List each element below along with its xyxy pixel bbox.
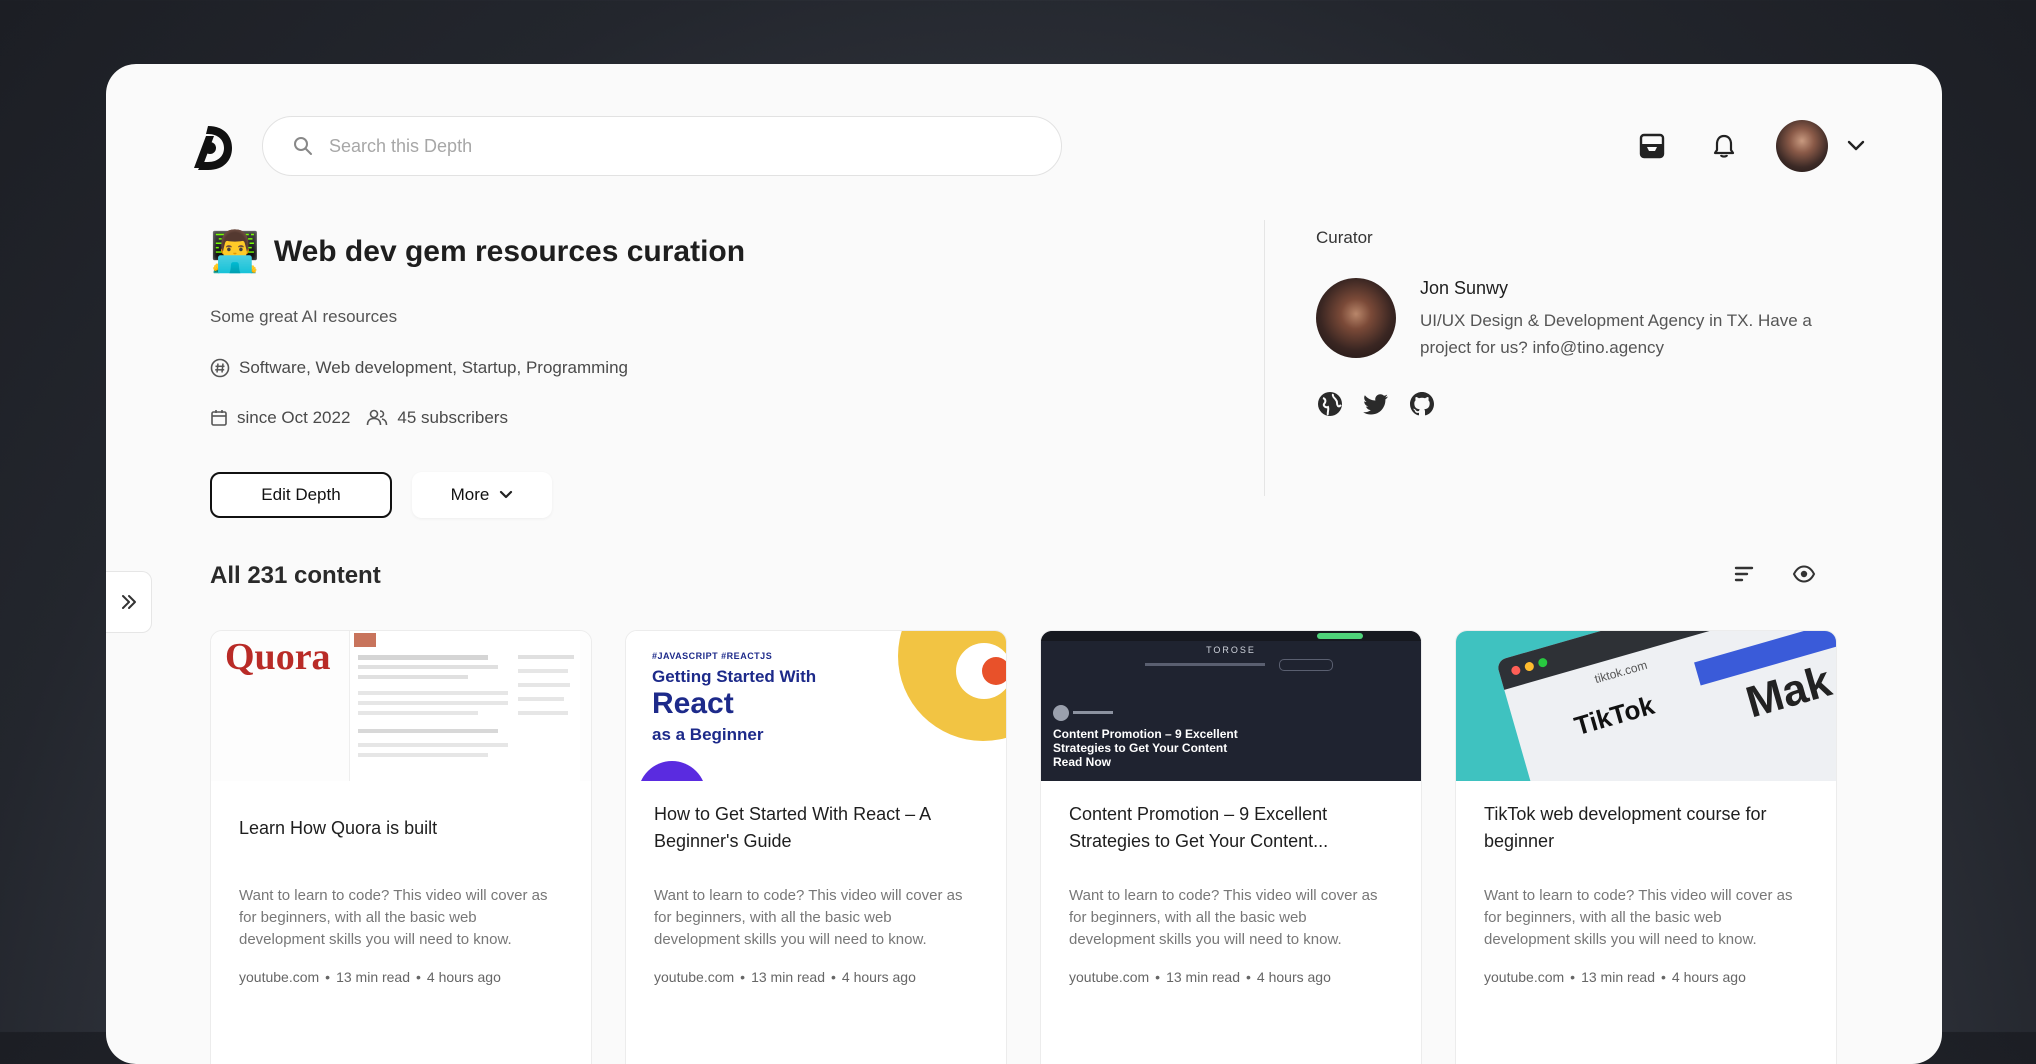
- card-read-time: 13 min read: [1581, 969, 1656, 985]
- thumb-url: tiktok.com: [1592, 657, 1649, 687]
- card-read-time: 13 min read: [1166, 969, 1241, 985]
- account-menu-button[interactable]: [1844, 134, 1868, 158]
- eye-icon[interactable]: [1792, 562, 1816, 586]
- card-thumbnail: TOROSE Content Promotion – 9 Excellent S…: [1041, 631, 1421, 781]
- content-card[interactable]: #JAVASCRIPT #REACTJS Getting Started Wit…: [625, 630, 1007, 1064]
- quora-page-preview: [349, 631, 580, 781]
- card-meta: youtube.com • 13 min read • 4 hours ago: [654, 969, 916, 985]
- card-description: Want to learn to code? This video will c…: [654, 887, 963, 948]
- users-icon: [367, 409, 388, 426]
- hashtag-icon: [210, 358, 230, 378]
- card-meta: youtube.com • 13 min read • 4 hours ago: [1484, 969, 1746, 985]
- card-read-time: 13 min read: [751, 969, 826, 985]
- more-button[interactable]: More: [412, 472, 552, 518]
- card-title[interactable]: Learn How Quora is built: [239, 815, 559, 842]
- card-timestamp: 4 hours ago: [1256, 969, 1331, 985]
- notifications-button[interactable]: [1708, 130, 1740, 162]
- card-source: youtube.com: [1484, 969, 1565, 985]
- card-thumbnail: Quora: [211, 631, 591, 781]
- sort-icon[interactable]: [1732, 562, 1756, 586]
- vertical-divider: [1264, 220, 1265, 496]
- thumb-brand: TikTok: [1571, 689, 1658, 742]
- app-window: 👨‍💻 Web dev gem resources curation Some …: [106, 64, 1942, 1064]
- card-timestamp: 4 hours ago: [426, 969, 501, 985]
- sidebar-expand-button[interactable]: [106, 571, 152, 633]
- curator-name[interactable]: Jon Sunwy: [1420, 278, 1508, 299]
- edit-depth-button[interactable]: Edit Depth: [210, 472, 392, 518]
- content-card[interactable]: TOROSE Content Promotion – 9 Excellent S…: [1040, 630, 1422, 1064]
- depth-tags: Software, Web development, Startup, Prog…: [210, 358, 628, 378]
- card-title[interactable]: How to Get Started With React – A Beginn…: [654, 801, 974, 855]
- content-heading: All 231 content: [210, 562, 381, 589]
- card-source: youtube.com: [239, 969, 320, 985]
- content-card[interactable]: Quora Learn How Quora is built Want to l…: [210, 630, 592, 1064]
- calendar-icon: [211, 410, 227, 426]
- chevron-down-icon: [500, 490, 513, 499]
- search-icon: [294, 137, 312, 155]
- card-title[interactable]: Content Promotion – 9 Excellent Strategi…: [1069, 801, 1389, 855]
- twitter-icon[interactable]: [1362, 390, 1390, 418]
- thumb-text: Content Promotion – 9 Excellent Strategi…: [1053, 727, 1238, 769]
- thumb-line3: as a Beginner: [652, 725, 764, 744]
- card-description: Want to learn to code? This video will c…: [1484, 887, 1793, 948]
- tags-text: Software, Web development, Startup, Prog…: [239, 358, 628, 377]
- card-meta: youtube.com • 13 min read • 4 hours ago: [1069, 969, 1331, 985]
- bell-icon: [1713, 134, 1735, 158]
- inbox-icon: [1639, 133, 1665, 159]
- depth-logo[interactable]: [188, 122, 234, 174]
- browser-mockup: tiktok.com TikTok Mak: [1496, 631, 1836, 781]
- double-chevron-right-icon: [121, 595, 136, 609]
- github-icon[interactable]: [1408, 390, 1436, 418]
- thumb-kicker: #JAVASCRIPT #REACTJS: [652, 651, 773, 661]
- chevron-down-icon: [1847, 140, 1865, 151]
- inbox-button[interactable]: [1636, 130, 1668, 162]
- more-label: More: [450, 485, 490, 504]
- thumb-line2: React: [652, 687, 734, 720]
- curator-bio: UI/UX Design & Development Agency in TX.…: [1420, 311, 1812, 357]
- depth-stats: since Oct 2022 45 subscribers: [210, 408, 508, 428]
- card-timestamp: 4 hours ago: [1671, 969, 1746, 985]
- subscribers-text: 45 subscribers: [397, 408, 508, 427]
- search-input[interactable]: [327, 134, 1011, 158]
- curator-label: Curator: [1316, 228, 1373, 247]
- card-thumbnail: #JAVASCRIPT #REACTJS Getting Started Wit…: [626, 631, 1006, 781]
- quora-logo-text: Quora: [225, 636, 331, 678]
- content-card[interactable]: tiktok.com TikTok Mak TikTok web develop…: [1455, 630, 1837, 1064]
- user-avatar[interactable]: [1776, 120, 1828, 172]
- depth-description: Some great AI resources: [210, 307, 398, 326]
- card-thumbnail: tiktok.com TikTok Mak: [1456, 631, 1836, 781]
- card-description: Want to learn to code? This video will c…: [1069, 887, 1378, 948]
- search-bar[interactable]: [262, 116, 1062, 176]
- card-title[interactable]: TikTok web development course for beginn…: [1484, 801, 1804, 855]
- card-source: youtube.com: [1069, 969, 1150, 985]
- card-meta: youtube.com • 13 min read • 4 hours ago: [239, 969, 501, 985]
- card-read-time: 13 min read: [336, 969, 411, 985]
- thumb-line1: Getting Started With: [652, 667, 817, 686]
- since-text: since Oct 2022: [237, 408, 351, 427]
- page-title: Web dev gem resources curation: [273, 234, 746, 268]
- depth-title-row: 👨‍💻 Web dev gem resources curation: [210, 228, 745, 275]
- card-timestamp: 4 hours ago: [841, 969, 916, 985]
- card-source: youtube.com: [654, 969, 735, 985]
- curator-avatar[interactable]: [1316, 278, 1396, 358]
- card-description: Want to learn to code? This video will c…: [239, 887, 548, 948]
- depth-emoji: 👨‍💻: [210, 230, 260, 274]
- thumb-brand: TOROSE: [1206, 645, 1256, 655]
- globe-icon[interactable]: [1316, 390, 1344, 418]
